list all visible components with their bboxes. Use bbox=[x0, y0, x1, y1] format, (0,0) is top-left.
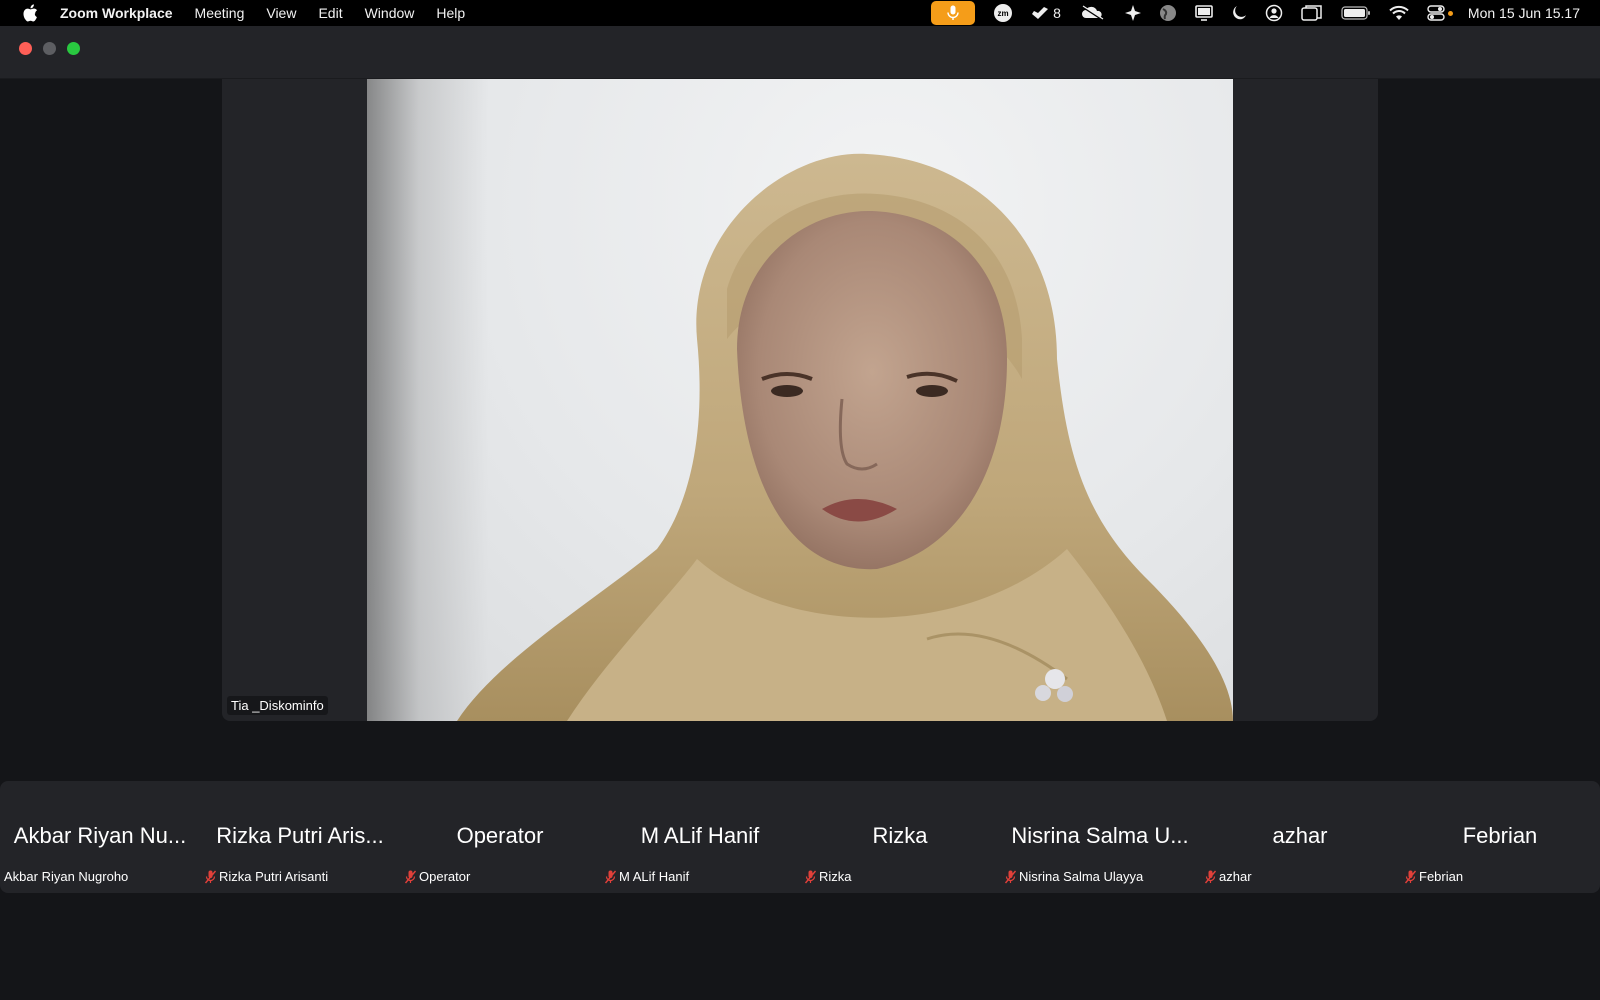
participant-label-text: Rizka Putri Arisanti bbox=[219, 869, 329, 884]
close-window-button[interactable] bbox=[19, 42, 32, 55]
participant-tile-name: Akbar Riyan Nu... bbox=[13, 823, 187, 848]
wifi-icon[interactable] bbox=[1389, 0, 1409, 26]
participant-label: Febrian bbox=[1404, 869, 1463, 884]
notification-count-icon[interactable]: 8 bbox=[1030, 0, 1061, 26]
participant-label: Operator bbox=[404, 869, 470, 884]
participant-tile-name: Rizka bbox=[872, 823, 928, 848]
cloud-slash-icon[interactable] bbox=[1079, 0, 1107, 26]
participant-label-text: M ALif Hanif bbox=[619, 869, 690, 884]
muted-mic-icon bbox=[204, 870, 217, 884]
mic-in-use-icon[interactable] bbox=[931, 1, 976, 25]
active-speaker-name: Tia _Diskominfo bbox=[227, 696, 328, 715]
muted-mic-icon bbox=[604, 870, 617, 884]
participant-label: Rizka bbox=[804, 869, 852, 884]
participant-tile[interactable]: azhar azhar bbox=[1200, 781, 1400, 893]
participant-tile-name: Febrian bbox=[1462, 823, 1538, 848]
window-titlebar bbox=[0, 26, 1600, 79]
windows-overlap-icon[interactable] bbox=[1301, 0, 1323, 26]
zoom-status-icon[interactable]: zm bbox=[994, 0, 1013, 26]
participant-tile[interactable]: Nisrina Salma U... Nisrina Salma Ulayya bbox=[1000, 781, 1200, 893]
muted-mic-icon bbox=[804, 870, 817, 884]
participant-label: Rizka Putri Arisanti bbox=[204, 869, 328, 884]
sparkle-icon[interactable] bbox=[1124, 0, 1141, 26]
speaker-video-frame bbox=[457, 153, 1233, 721]
participant-label-text: Febrian bbox=[1419, 869, 1464, 884]
active-speaker-tile[interactable]: Tia _Diskominfo bbox=[222, 79, 1378, 721]
menubar-clock[interactable]: Mon 15 Jun 15.17 bbox=[1468, 5, 1580, 21]
participant-tile-name: Rizka Putri Aris... bbox=[216, 823, 384, 848]
menu-window[interactable]: Window bbox=[354, 0, 426, 26]
participant-label-text: Nisrina Salma Ulayya bbox=[1019, 869, 1144, 884]
menu-meeting[interactable]: Meeting bbox=[184, 0, 256, 26]
muted-mic-icon bbox=[1404, 870, 1417, 884]
participant-label-text: azhar bbox=[1219, 869, 1252, 884]
user-account-icon[interactable] bbox=[1265, 0, 1283, 26]
participant-tile[interactable]: M ALif Hanif M ALif Hanif bbox=[600, 781, 800, 893]
fullscreen-window-button[interactable] bbox=[67, 42, 80, 55]
participant-tile[interactable]: Akbar Riyan Nu... Akbar Riyan Nugroho bbox=[0, 781, 200, 893]
battery-icon[interactable] bbox=[1341, 0, 1371, 26]
minimize-window-button[interactable] bbox=[43, 42, 56, 55]
display-icon[interactable] bbox=[1195, 0, 1213, 26]
participant-tile[interactable]: Febrian Febrian bbox=[1400, 781, 1600, 893]
control-center-icon[interactable] bbox=[1427, 0, 1453, 26]
apple-menu-icon[interactable] bbox=[0, 0, 60, 26]
globe-icon[interactable] bbox=[1159, 0, 1177, 26]
participant-tile-name: M ALif Hanif bbox=[640, 823, 760, 848]
menu-view[interactable]: View bbox=[255, 0, 307, 26]
muted-mic-icon bbox=[1004, 870, 1017, 884]
participant-label: Akbar Riyan Nugroho bbox=[4, 869, 128, 884]
participant-tile[interactable]: Rizka Putri Aris... Rizka Putri Arisanti bbox=[200, 781, 400, 893]
participant-label: Nisrina Salma Ulayya bbox=[1004, 869, 1143, 884]
active-speaker-video bbox=[367, 79, 1233, 721]
participant-tile[interactable]: Rizka Rizka bbox=[800, 781, 1000, 893]
menu-bar: Zoom Workplace Meeting View Edit Window … bbox=[0, 0, 1600, 26]
notification-count: 8 bbox=[1053, 5, 1061, 21]
participant-label-text: Operator bbox=[419, 869, 471, 884]
participant-label-text: Rizka bbox=[819, 869, 852, 884]
mic-indicator-dot bbox=[1447, 10, 1453, 16]
status-area: zm 8 Mon 15 Jun 15.17 bbox=[931, 0, 1600, 26]
participant-tile-name: Nisrina Salma U... bbox=[1011, 823, 1189, 848]
participant-tile-name: azhar bbox=[1272, 823, 1328, 848]
muted-mic-icon bbox=[404, 870, 417, 884]
participant-label: M ALif Hanif bbox=[604, 869, 689, 884]
menu-edit[interactable]: Edit bbox=[307, 0, 353, 26]
participant-label: azhar bbox=[1204, 869, 1252, 884]
app-menu-zoom-workplace[interactable]: Zoom Workplace bbox=[60, 0, 184, 26]
participant-tile[interactable]: Operator Operator bbox=[400, 781, 600, 893]
menu-help[interactable]: Help bbox=[425, 0, 476, 26]
muted-mic-icon bbox=[1204, 870, 1217, 884]
participant-strip: Akbar Riyan Nu... Akbar Riyan Nugroho Ri… bbox=[0, 781, 1600, 893]
participant-label-text: Akbar Riyan Nugroho bbox=[4, 869, 129, 884]
moon-icon[interactable] bbox=[1231, 0, 1247, 26]
participant-tile-name: Operator bbox=[456, 823, 544, 848]
